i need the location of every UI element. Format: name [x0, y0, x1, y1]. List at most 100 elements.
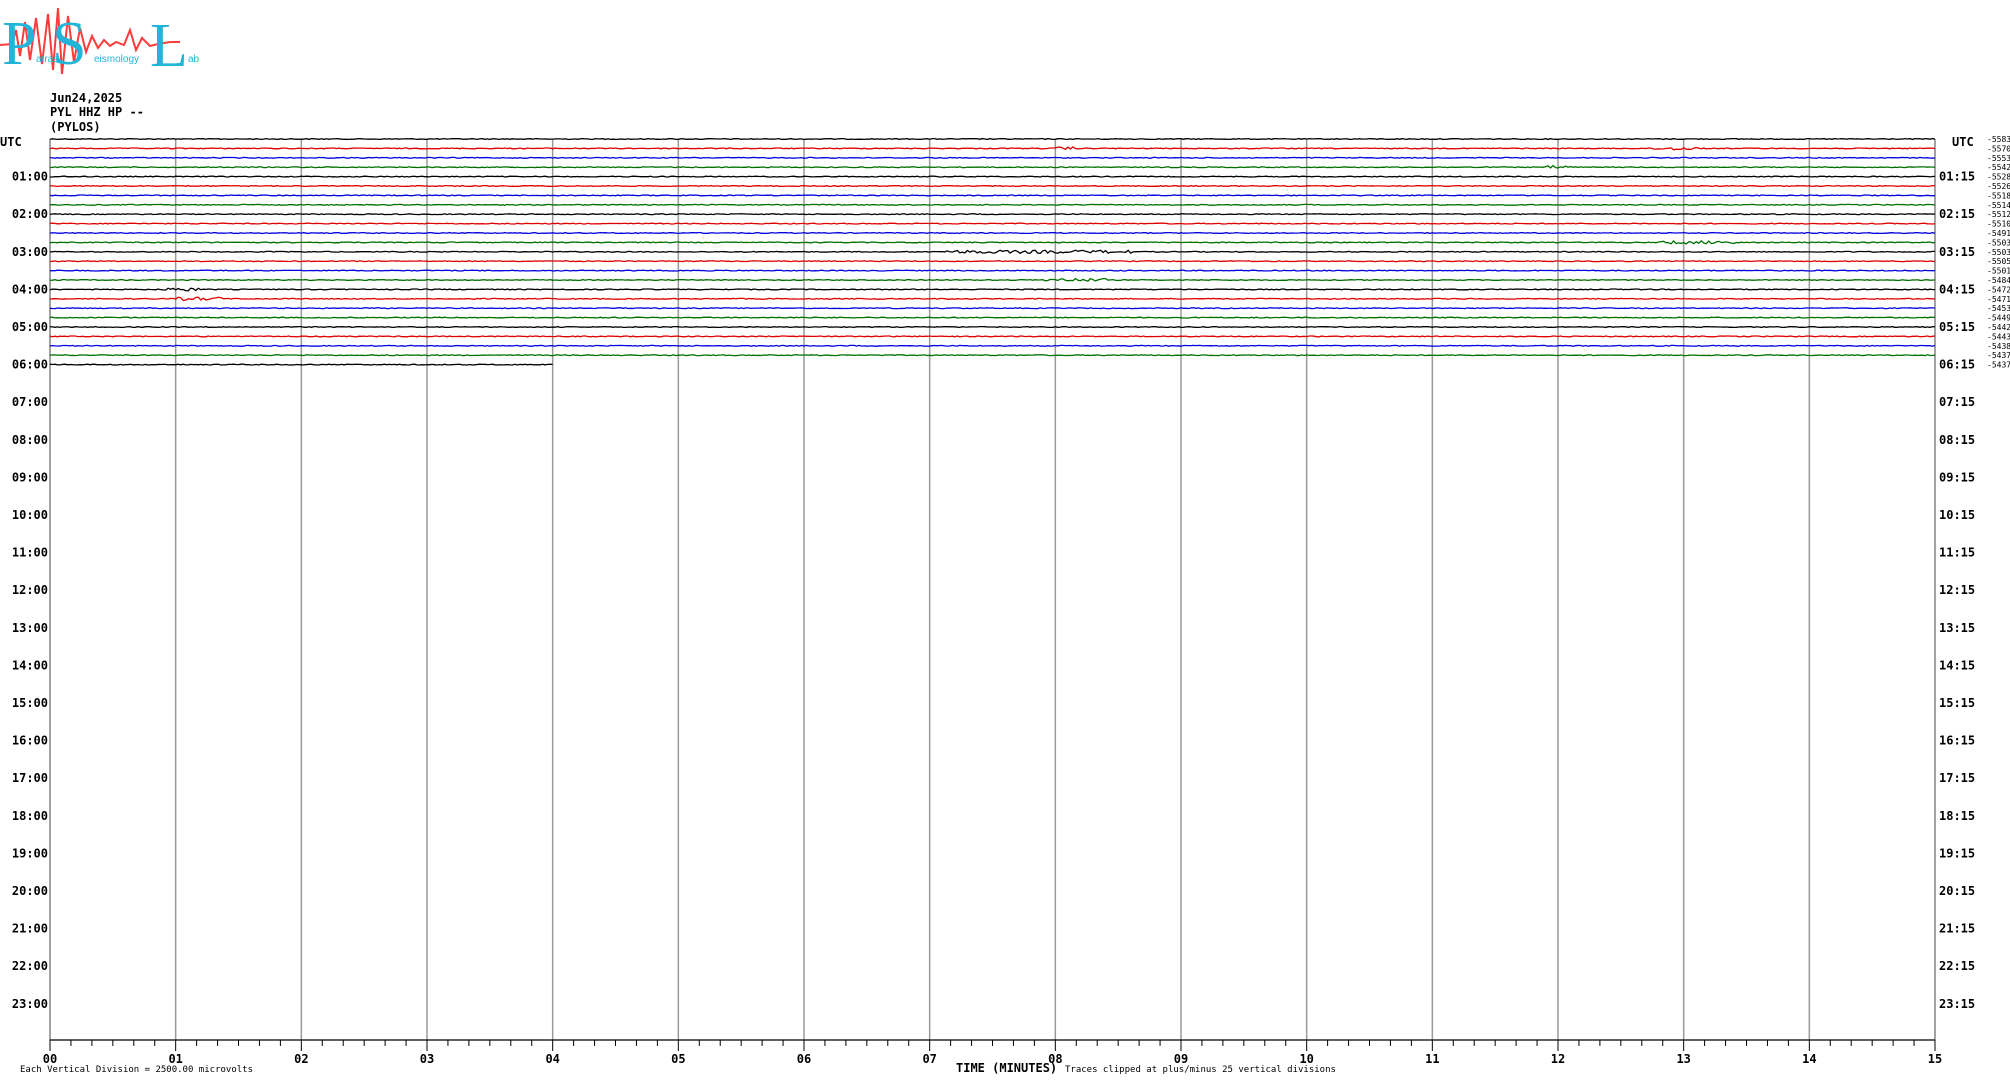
trace-17: [49, 296, 1936, 302]
mean-label: -5437: [1987, 351, 2010, 360]
right-time-label: 11:15: [1939, 546, 1975, 560]
x-tick-label: 00: [43, 1052, 57, 1066]
left-time-label: 23:00: [12, 997, 48, 1011]
left-time-label: 07:00: [12, 395, 48, 409]
trace-4: [50, 175, 1936, 178]
mean-label: -5553: [1987, 154, 2010, 163]
right-time-label: 10:15: [1939, 508, 1975, 522]
right-time-label: 12:15: [1939, 583, 1975, 597]
right-time-label: 15:15: [1939, 696, 1975, 710]
clip-note: Traces clipped at plus/minus 25 vertical…: [1065, 1065, 1336, 1075]
right-time-label: 01:15: [1939, 170, 1975, 184]
mean-label: -5503: [1987, 238, 2010, 247]
right-time-label: 19:15: [1939, 846, 1975, 860]
x-tick-label: 13: [1676, 1052, 1690, 1066]
trace-20: [49, 325, 1936, 329]
mean-label: -5449: [1987, 314, 2010, 323]
x-tick-label: 06: [797, 1052, 811, 1066]
trace-15: [49, 277, 1936, 282]
left-time-label: 05:00: [12, 320, 48, 334]
left-time-label: 01:00: [12, 170, 48, 184]
x-tick-label: 01: [168, 1052, 182, 1066]
x-tick-label: 05: [671, 1052, 685, 1066]
mean-label: -5583: [1987, 135, 2010, 144]
mean-label: -5570: [1987, 144, 2010, 153]
trace-23: [49, 354, 1936, 357]
trace-2: [49, 156, 1936, 159]
right-time-label: 16:15: [1939, 734, 1975, 748]
right-time-label: 07:15: [1939, 395, 1975, 409]
trace-9: [49, 222, 1936, 225]
trace-6: [49, 194, 1936, 197]
right-time-label: 21:15: [1939, 922, 1975, 936]
trace-1: [49, 146, 1936, 151]
left-time-label: 03:00: [12, 245, 48, 259]
minute-gridlines: [49, 139, 1936, 1040]
right-time-label: 04:15: [1939, 282, 1975, 296]
left-time-label: 15:00: [12, 696, 48, 710]
left-time-labels: 01:00 02:00 03:00 04:00 05:00 06:00 07:00 08:00…: [12, 170, 48, 1011]
right-time-label: 23:15: [1939, 997, 1975, 1011]
mean-label: -5518: [1987, 191, 2010, 200]
mean-label: -5503: [1987, 248, 2010, 257]
mean-label: -5501: [1987, 267, 2010, 276]
mean-label: -5453: [1987, 304, 2010, 313]
left-time-label: 12:00: [12, 583, 48, 597]
mean-label: -5505: [1987, 257, 2010, 266]
left-time-label: 11:00: [12, 546, 48, 560]
right-time-label: 06:15: [1939, 358, 1975, 372]
right-time-label: 02:15: [1939, 207, 1975, 221]
left-time-label: 19:00: [12, 846, 48, 860]
trace-24: [49, 363, 553, 366]
trace-10: [49, 231, 1936, 235]
mean-label: -5438: [1987, 342, 2010, 351]
x-tick-label: 02: [294, 1052, 308, 1066]
left-time-label: 02:00: [12, 207, 48, 221]
trace-11: [49, 240, 1936, 245]
right-time-labels: 01:15 02:15 03:15 04:15 05:15 06:15 07:15 08:15…: [1939, 170, 1975, 1011]
left-time-label: 06:00: [12, 358, 48, 372]
mean-label: -5510: [1987, 220, 2010, 229]
x-tick-label: 09: [1174, 1052, 1188, 1066]
seismic-traces: [49, 137, 1936, 366]
trace-18: [49, 307, 1936, 310]
x-tick-label: 14: [1802, 1052, 1816, 1066]
x-tick-label: 11: [1425, 1052, 1439, 1066]
mean-label: -5484: [1987, 276, 2010, 285]
left-time-label: 04:00: [12, 282, 48, 296]
helicorder-chart: 01:00 02:00 03:00 04:00 05:00 06:00 07:00 08:00…: [0, 135, 2010, 1075]
mean-label: -5512: [1987, 210, 2010, 219]
trace-12: [49, 249, 1935, 255]
trace-16: [49, 287, 1936, 292]
left-time-label: 21:00: [12, 922, 48, 936]
mean-label: -5528: [1987, 173, 2010, 182]
mean-label: -5472: [1987, 285, 2010, 294]
x-tick-label: 07: [922, 1052, 936, 1066]
right-time-label: 09:15: [1939, 470, 1975, 484]
left-time-label: 09:00: [12, 470, 48, 484]
mean-label: -5437: [1987, 361, 2010, 370]
right-time-label: 18:15: [1939, 809, 1975, 823]
x-tick-label: 04: [545, 1052, 559, 1066]
x-tick-label: 03: [420, 1052, 434, 1066]
x-tick-label: 10: [1299, 1052, 1313, 1066]
right-time-label: 08:15: [1939, 433, 1975, 447]
mean-label: -5471: [1987, 295, 2010, 304]
trace-7: [49, 203, 1936, 206]
left-time-label: 14:00: [12, 658, 48, 672]
right-time-label: 20:15: [1939, 884, 1975, 898]
left-time-label: 08:00: [12, 433, 48, 447]
trace-8: [49, 213, 1936, 216]
utc-label-right: UTC: [1952, 135, 1974, 149]
trace-mean-labels: -5583-5570-5553-5542-5528-5526-5518-5514…: [1987, 135, 2010, 370]
x-tick-label: 15: [1928, 1052, 1942, 1066]
trace-5: [49, 184, 1936, 188]
mean-label: -5442: [1987, 323, 2010, 332]
left-time-label: 20:00: [12, 884, 48, 898]
x-tick-label: 12: [1551, 1052, 1565, 1066]
left-time-label: 10:00: [12, 508, 48, 522]
right-time-label: 17:15: [1939, 771, 1975, 785]
right-time-label: 22:15: [1939, 959, 1975, 973]
trace-3: [49, 164, 1936, 169]
left-time-label: 18:00: [12, 809, 48, 823]
